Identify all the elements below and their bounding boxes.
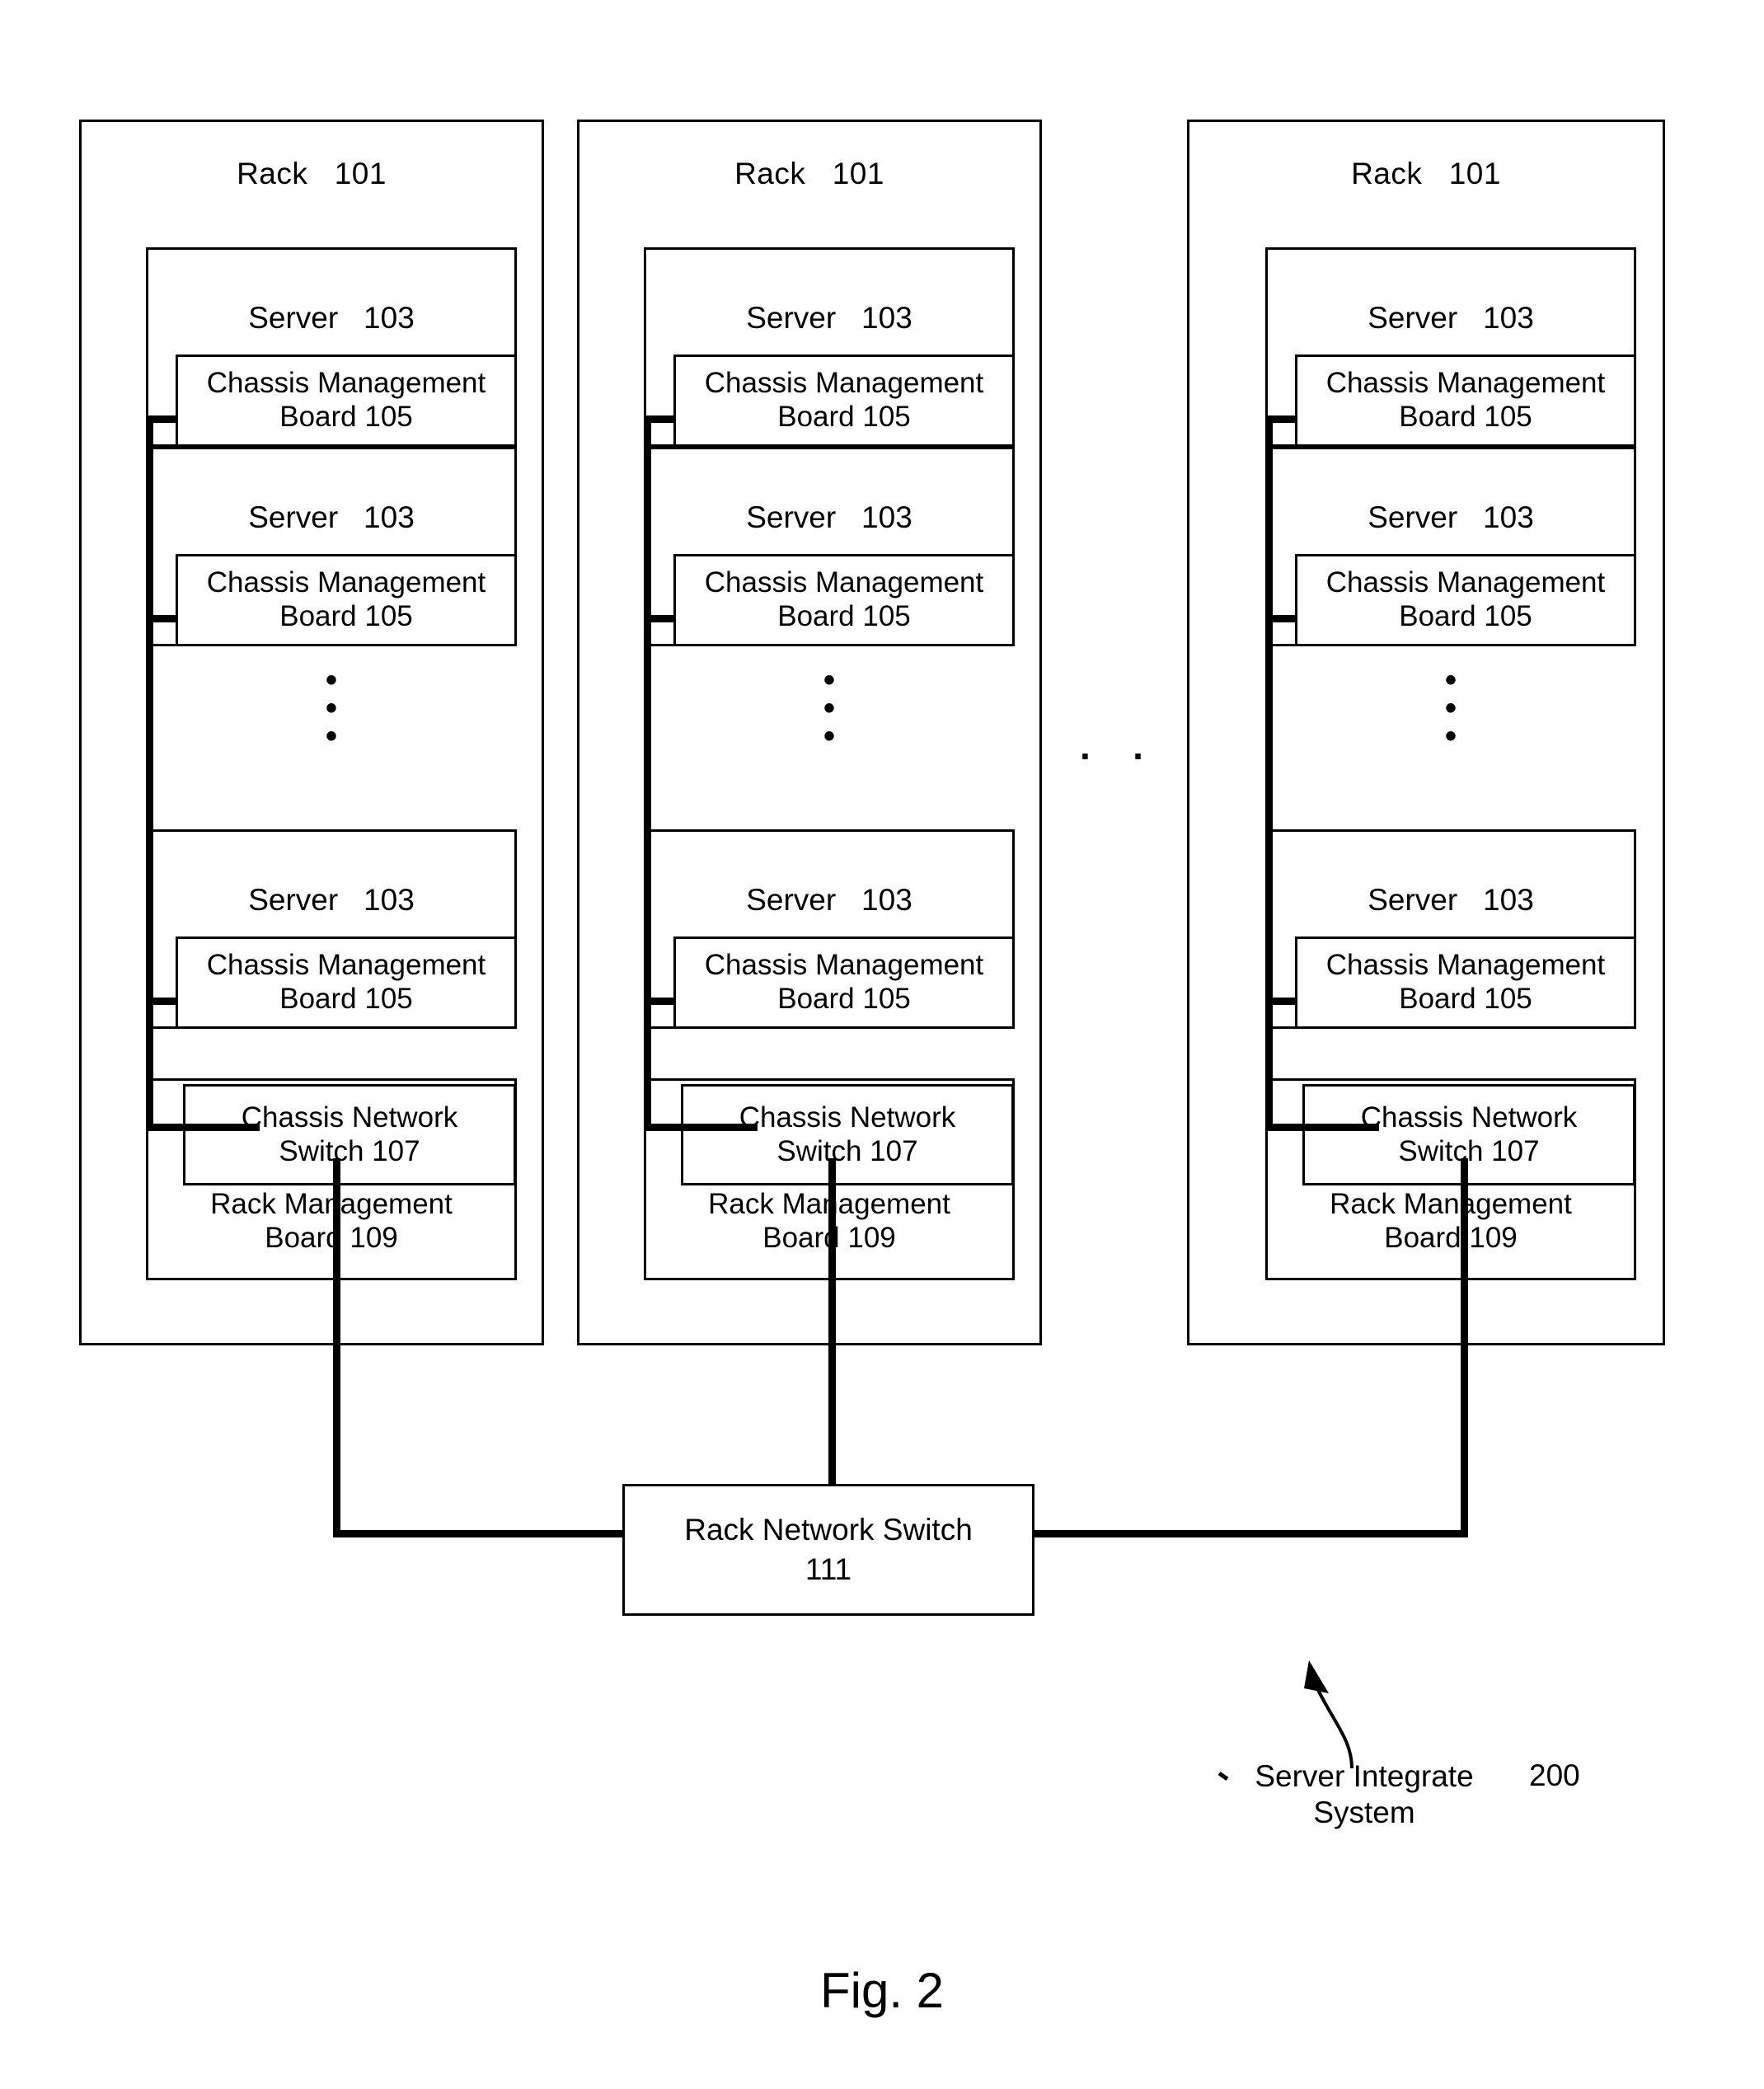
rack-3-chassis-network-switch: Chassis Network Switch 107	[1302, 1084, 1635, 1185]
rack-3-server-2: Server 103 Chassis Management Board 105	[1265, 447, 1636, 646]
rack-1-bus-stub-server-1	[146, 415, 176, 423]
rack-3-bus-stub-chassis-network-switch	[1265, 1124, 1379, 1131]
rack-3-server-3: Server 103 Chassis Management Board 105	[1265, 829, 1636, 1029]
rack-1-server-2-title: Server 103	[248, 500, 415, 534]
rack-1-downlink-vertical	[333, 1158, 340, 1537]
rack-1-rack-management-board-label: Rack Management Board 109	[210, 1188, 453, 1254]
rack-2-bus-stub-server-1	[644, 415, 673, 423]
rack-2-vertical-ellipsis: • • •	[823, 662, 835, 754]
rack-1-vertical-ellipsis: • • •	[325, 662, 337, 754]
rack-3-server-3-chassis-management-board: Chassis Management Board 105	[1295, 937, 1636, 1029]
rack-1-bus-stub-server-2	[146, 615, 176, 622]
rack-1-server-2-chassis-management-board-label: Chassis Management Board 105	[206, 566, 486, 632]
callout-tick	[1217, 1772, 1229, 1781]
rack-network-switch-number: 111	[805, 1552, 852, 1586]
rack-2-internal-bus-vertical	[644, 415, 651, 1131]
rack-3-server-1-title: Server 103	[1368, 301, 1534, 335]
rack-3-server-3-title: Server 103	[1368, 883, 1534, 917]
callout-leader-line	[1304, 1660, 1353, 1769]
rack-2-server-3-chassis-management-board-label: Chassis Management Board 105	[704, 949, 984, 1015]
rack-3-server-3-chassis-management-board-label: Chassis Management Board 105	[1325, 949, 1606, 1015]
rack-1-server-2-chassis-management-board: Chassis Management Board 105	[176, 554, 517, 646]
rack-3-bus-stub-server-2	[1265, 615, 1295, 622]
rack-3-chassis-network-switch-label: Chassis Network Switch 107	[1360, 1101, 1578, 1167]
rack-3-bus-stub-server-1	[1265, 415, 1295, 423]
rack-2-chassis-network-switch-label: Chassis Network Switch 107	[739, 1101, 956, 1167]
rack-1-server-3-chassis-management-board-label: Chassis Management Board 105	[206, 949, 486, 1015]
rack-2-server-3-chassis-management-board: Chassis Management Board 105	[673, 937, 1015, 1029]
rack-2-server-3-title: Server 103	[746, 883, 912, 917]
rack-1-internal-bus-vertical	[146, 415, 153, 1131]
callout-number: 200	[1529, 1758, 1580, 1792]
rack-3-server-2-chassis-management-board-label: Chassis Management Board 105	[1325, 566, 1606, 632]
rack-2-server-3: Server 103 Chassis Management Board 105	[644, 829, 1015, 1029]
rack-3-server-2-title: Server 103	[1368, 500, 1534, 534]
rack-3-rack-management-board: Rack Management Board 109 Chassis Networ…	[1265, 1078, 1636, 1280]
patent-figure-2: Rack 101 Server 103 Chassis Management B…	[0, 0, 1764, 2089]
rack-3-server-1: Server 103 Chassis Management Board 105	[1265, 247, 1636, 447]
rack-2-server-2-chassis-management-board: Chassis Management Board 105	[673, 554, 1015, 646]
rack-2-bus-stub-server-2	[644, 615, 673, 622]
rack-2-server-1-title: Server 103	[746, 301, 912, 335]
figure-caption: Fig. 2	[819, 1963, 945, 2018]
rack-1-server-1-chassis-management-board-label: Chassis Management Board 105	[206, 367, 486, 433]
rack-2-chassis-network-switch: Chassis Network Switch 107	[681, 1084, 1014, 1185]
rack-2-server-2-title: Server 103	[746, 500, 912, 534]
rack-2-title: Rack 101	[734, 157, 884, 190]
rack-2-downlink-vertical	[828, 1158, 836, 1486]
rack-2-server-1-chassis-management-board: Chassis Management Board 105	[673, 354, 1015, 447]
rack-3-downlink-vertical	[1461, 1158, 1468, 1537]
rack-network-switch: Rack Network Switch 111	[622, 1484, 1034, 1616]
rack-1-server-2: Server 103 Chassis Management Board 105	[146, 447, 517, 646]
rack-2-bus-stub-server-3	[644, 998, 673, 1005]
callout-label: Server Integrate System	[1255, 1759, 1474, 1830]
rack-1-title: Rack 101	[237, 157, 387, 190]
rack-2-bus-stub-chassis-network-switch	[644, 1124, 758, 1131]
rack-1-server-3: Server 103 Chassis Management Board 105	[146, 829, 517, 1029]
rack-3-internal-bus-vertical	[1265, 415, 1273, 1131]
rack-3-bus-stub-server-3	[1265, 998, 1295, 1005]
rack-3-rack-management-board-label: Rack Management Board 109	[1330, 1188, 1572, 1254]
rack-2-server-1-chassis-management-board-label: Chassis Management Board 105	[704, 367, 984, 433]
rack-3-title: Rack 101	[1351, 157, 1501, 190]
rack-2-server-2-chassis-management-board-label: Chassis Management Board 105	[704, 566, 984, 632]
rack-1-server-1-title: Server 103	[248, 301, 415, 335]
rack-1-chassis-network-switch-label: Chassis Network Switch 107	[241, 1101, 458, 1167]
rack-2-server-1: Server 103 Chassis Management Board 105	[644, 247, 1015, 447]
rack-1-rack-management-board: Rack Management Board 109 Chassis Networ…	[146, 1078, 517, 1280]
rack-1-bus-stub-server-3	[146, 998, 176, 1005]
rack-1-server-1: Server 103 Chassis Management Board 105	[146, 247, 517, 447]
rack-3-server-1-chassis-management-board: Chassis Management Board 105	[1295, 354, 1636, 447]
rack-network-switch-label: Rack Network Switch	[684, 1513, 973, 1547]
rack-3-downlink-horizontal	[1033, 1530, 1468, 1537]
rack-1-downlink-horizontal	[333, 1530, 622, 1537]
rack-3: Rack 101 Server 103 Chassis Management B…	[1187, 120, 1665, 1345]
rack-1-server-3-title: Server 103	[248, 883, 415, 917]
rack-1-bus-stub-chassis-network-switch	[146, 1124, 260, 1131]
rack-3-vertical-ellipsis: • • •	[1444, 662, 1457, 754]
rack-1-chassis-network-switch: Chassis Network Switch 107	[183, 1084, 516, 1185]
rack-1-server-1-chassis-management-board: Chassis Management Board 105	[176, 354, 517, 447]
rack-3-server-2-chassis-management-board: Chassis Management Board 105	[1295, 554, 1636, 646]
rack-1-server-3-chassis-management-board: Chassis Management Board 105	[176, 937, 517, 1029]
rack-3-server-1-chassis-management-board-label: Chassis Management Board 105	[1325, 367, 1606, 433]
rack-2-server-2: Server 103 Chassis Management Board 105	[644, 447, 1015, 646]
